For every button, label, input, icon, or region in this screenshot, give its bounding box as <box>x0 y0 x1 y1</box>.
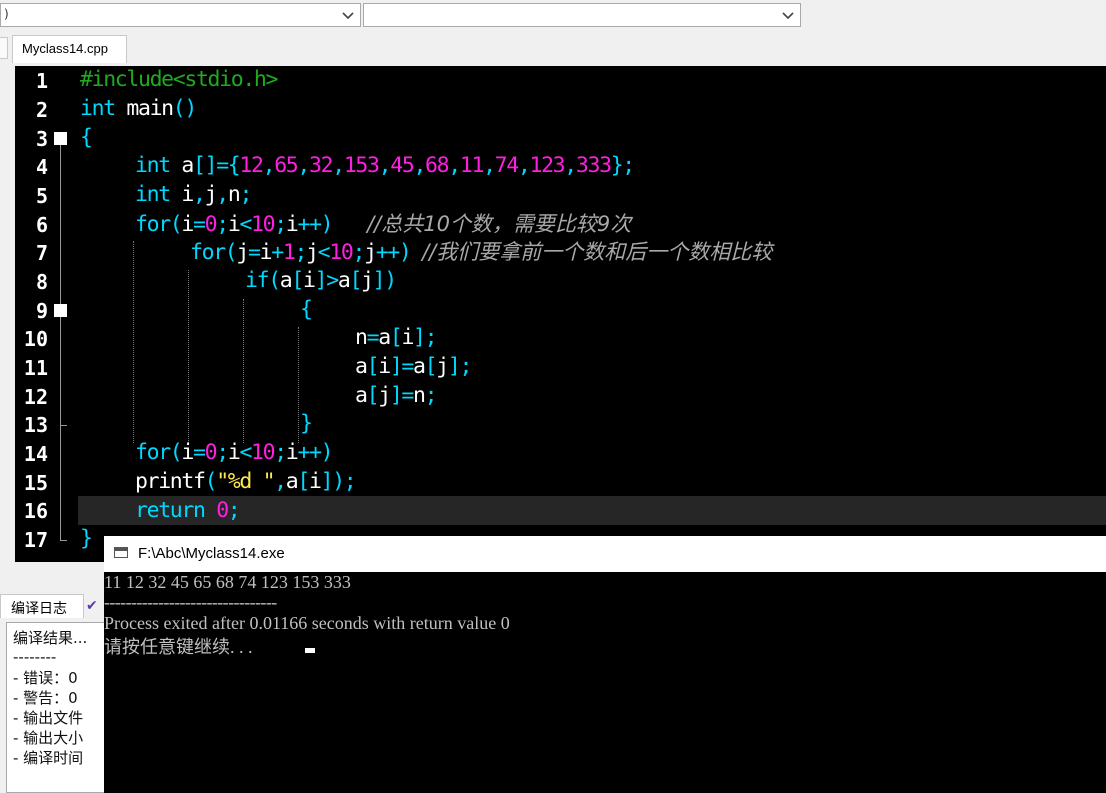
line-number: 17 <box>23 528 48 552</box>
chevron-down-icon <box>342 12 354 20</box>
line-number: 5 <box>35 184 48 208</box>
toolbar: ) <box>0 0 806 34</box>
tab-label: Myclass14.cpp <box>22 41 108 56</box>
line-number: 8 <box>35 270 48 294</box>
scope-combo[interactable]: ) <box>0 3 361 27</box>
indent-guide <box>298 327 299 443</box>
log-line: - 警告：0 <box>13 689 78 707</box>
log-line: - 输出大小 <box>13 729 84 747</box>
log-line: - 错误：0 <box>13 669 78 687</box>
indent-guide <box>188 270 189 443</box>
code-line-17: } <box>80 526 93 551</box>
tab-compile-log-label: 编译日志 <box>11 601 67 617</box>
code-line-2: int main() <box>80 96 197 121</box>
code-line-12: a[j]=n; <box>355 383 438 408</box>
code-line-5: int i,j,n; <box>135 182 252 207</box>
tab-compile-log[interactable]: 编译日志 <box>0 594 84 618</box>
line-number: 4 <box>35 155 48 179</box>
log-line: 编译结果... <box>13 629 88 647</box>
fold-collapse-icon[interactable] <box>54 304 67 317</box>
console-app-icon <box>114 547 128 558</box>
chevron-down-icon <box>782 12 794 20</box>
log-line: - 编译时间 <box>13 749 84 767</box>
tab-left-stub[interactable] <box>0 37 8 59</box>
scope-combo-value: ) <box>4 7 9 21</box>
line-number: 15 <box>23 471 48 495</box>
text-cursor <box>305 648 315 653</box>
function-combo[interactable] <box>363 3 801 27</box>
code-line-10: n=a[i]; <box>355 325 438 350</box>
code-line-13: } <box>300 411 313 436</box>
console-window[interactable]: F:\Abc\Myclass14.exe 11 12 32 45 65 68 7… <box>104 536 1106 793</box>
console-title: F:\Abc\Myclass14.exe <box>138 545 285 562</box>
indent-guide <box>133 241 134 443</box>
compile-log-output: 编译结果... -------- - 错误：0 - 警告：0 - 输出文件 - … <box>6 622 116 793</box>
code-line-1: #include<stdio.h> <box>80 67 278 92</box>
code-line-7: for(j=i+1;j<10;j++) //我们要拿前一个数和后一个数相比较 <box>190 240 773 265</box>
tab-strip <box>0 33 1106 63</box>
code-line-14: for(i=0;i<10;i++) <box>135 440 334 465</box>
code-line-3: { <box>80 125 93 150</box>
console-title-bar[interactable]: F:\Abc\Myclass14.exe <box>104 536 1106 572</box>
line-number: 13 <box>23 413 48 437</box>
line-number: 2 <box>35 98 48 122</box>
line-number: 9 <box>35 299 48 323</box>
log-line: -------- <box>13 648 57 666</box>
line-number-gutter: 1 2 3 4 5 6 7 8 9 10 11 12 13 14 15 16 1… <box>15 66 75 562</box>
code-editor[interactable]: 1 2 3 4 5 6 7 8 9 10 11 12 13 14 15 16 1… <box>15 66 1106 562</box>
line-number: 11 <box>23 356 48 380</box>
console-output-line: 11 12 32 45 65 68 74 123 153 333 <box>104 572 351 592</box>
code-line-16: return 0; <box>135 498 241 523</box>
code-line-6: for(i=0;i<10;i++) //总共10个数，需要比较9次 <box>135 212 632 237</box>
line-number: 14 <box>23 442 48 466</box>
console-prompt: 请按任意键继续. . . <box>104 637 257 657</box>
code-line-15: printf("%d ",a[i]); <box>135 469 357 494</box>
fold-end-tick <box>60 540 67 541</box>
line-number: 6 <box>35 213 48 237</box>
fold-end-tick <box>60 425 67 426</box>
line-number: 7 <box>35 241 48 265</box>
indent-guide <box>243 299 244 443</box>
fold-line <box>60 145 61 540</box>
code-line-4: int a[]={12,65,32,153,45,68,11,74,123,33… <box>135 153 635 178</box>
tab-myclass14-cpp[interactable]: Myclass14.cpp <box>12 35 127 63</box>
fold-collapse-icon[interactable] <box>54 132 67 145</box>
code-line-11: a[i]=a[j]; <box>355 354 472 379</box>
log-line: - 输出文件 <box>13 709 84 727</box>
line-number: 12 <box>23 385 48 409</box>
line-number: 1 <box>35 69 48 93</box>
line-number: 10 <box>23 327 48 351</box>
line-number: 16 <box>23 499 48 523</box>
console-output-line: Process exited after 0.01166 seconds wit… <box>104 613 510 633</box>
code-line-9: { <box>300 297 313 322</box>
code-line-8: if(a[i]>a[j]) <box>245 268 397 293</box>
line-number: 3 <box>35 127 48 151</box>
console-separator: -------------------------------- <box>104 592 277 612</box>
